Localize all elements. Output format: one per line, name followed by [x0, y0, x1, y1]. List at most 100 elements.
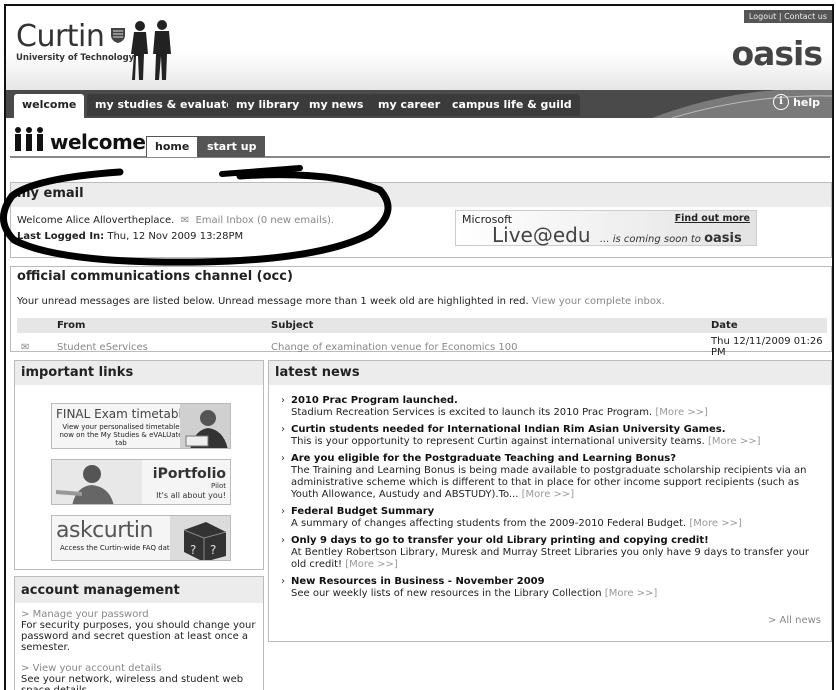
news-title[interactable]: Curtin students needed for International… [291, 424, 826, 436]
col-subject: Subject [267, 318, 707, 334]
occ-table: From Subject Date ✉ Student eServices Ch… [17, 318, 827, 360]
account-management-heading: account management [15, 577, 263, 603]
news-title[interactable]: Only 9 days to go to transfer your old L… [291, 535, 826, 547]
welcome-text: Welcome Alice Allovertheplace. [17, 215, 175, 226]
live-edu-banner[interactable]: Microsoft Find out more Live@edu ... is … [455, 210, 757, 247]
latest-news-heading: latest news [269, 361, 831, 385]
help-button[interactable]: i help [773, 94, 820, 110]
question-dice-icon: ? ? [170, 516, 230, 560]
latest-news-panel: latest news 2010 Prac Program launched. … [268, 360, 832, 642]
table-row[interactable]: ✉ Student eServices Change of examinatio… [17, 333, 827, 360]
last-logged-value: Thu, 12 Nov 2009 13:28PM [107, 231, 244, 242]
last-logged-label: Last Logged In: [17, 231, 105, 242]
tab-my-career[interactable]: my career [370, 94, 449, 116]
occ-heading: official communications channel (occ) [11, 267, 831, 287]
crest-icon [111, 28, 125, 43]
occ-panel: official communications channel (occ) Yo… [10, 266, 832, 360]
page-frame: Curtin University of Technology Logout |… [4, 4, 834, 690]
news-item: New Resources in Business - November 200… [281, 576, 826, 600]
more-link[interactable]: [More >>] [655, 407, 708, 418]
promo-sub: View your personalised timetable now on … [59, 423, 183, 447]
more-link[interactable]: [More >>] [689, 518, 742, 529]
subtab-home[interactable]: home [146, 136, 199, 157]
bullet: > [21, 663, 30, 674]
logout-link[interactable]: Logout [749, 12, 776, 21]
news-body: Stadium Recreation Services is excited t… [291, 407, 653, 418]
pointing-person-icon [52, 460, 142, 504]
page-title-row: welcome home start up [10, 124, 830, 158]
svg-text:?: ? [190, 543, 196, 557]
complete-inbox-link[interactable]: View your complete inbox. [532, 296, 665, 307]
important-links-panel: important links FINAL Exam timetable Vie… [14, 360, 264, 570]
students-silhouette-icon [131, 20, 171, 80]
promo-title: askcurtin [56, 518, 153, 543]
tab-campus-life[interactable]: campus life & guild [444, 94, 580, 116]
manage-password-desc: For security purposes, you should change… [21, 620, 256, 653]
account-details-link[interactable]: View your account details [33, 663, 162, 674]
news-title[interactable]: Federal Budget Summary [291, 506, 826, 518]
news-item: Curtin students needed for International… [281, 424, 826, 448]
coming-soon-text: ... is coming soon to oasis [600, 231, 742, 246]
occ-description: Your unread messages are listed below. U… [17, 296, 665, 307]
news-item: Are you eligible for the Postgraduate Te… [281, 453, 826, 501]
col-date: Date [707, 318, 827, 334]
mail-icon: ✉ [177, 215, 193, 226]
promo-title: iPortfolio [152, 466, 226, 482]
news-body: A summary of changes affecting students … [291, 518, 687, 529]
more-link[interactable]: [More >>] [605, 588, 658, 599]
news-title[interactable]: New Resources in Business - November 200… [291, 576, 826, 588]
help-label: help [793, 95, 820, 109]
news-item: 2010 Prac Program launched. Stadium Recr… [281, 395, 826, 419]
promo-pilot: Pilot [211, 482, 226, 490]
subtab-start-up[interactable]: start up [198, 136, 266, 157]
inbox-count: (0 new emails). [256, 215, 335, 226]
people-group-icon [15, 127, 43, 151]
tab-my-news[interactable]: my news [301, 94, 372, 116]
student-photo-icon [180, 404, 230, 448]
news-item: Only 9 days to go to transfer your old L… [281, 535, 826, 571]
askcurtin-promo[interactable]: askcurtin Access the Curtin-wide FAQ dat… [51, 515, 231, 561]
all-news-link[interactable]: > All news [768, 615, 821, 626]
tab-my-library[interactable]: my library [228, 94, 308, 116]
bullet: > [21, 609, 30, 620]
main-nav: welcome my studies & evaluate my library… [6, 90, 832, 118]
account-management-panel: account management > Manage your passwor… [14, 576, 264, 690]
last-logged-line: Last Logged In: Thu, 12 Nov 2009 13:28PM [17, 231, 243, 242]
news-title[interactable]: 2010 Prac Program launched. [291, 395, 826, 407]
envelope-icon: ✉ [17, 333, 53, 360]
manage-password-link[interactable]: Manage your password [33, 609, 149, 620]
email-inbox-link[interactable]: Email Inbox [195, 215, 253, 226]
news-title[interactable]: Are you eligible for the Postgraduate Te… [291, 453, 826, 465]
news-list: 2010 Prac Program launched. Stadium Recr… [281, 395, 826, 605]
email-welcome-line: Welcome Alice Allovertheplace. ✉ Email I… [17, 215, 334, 226]
news-body: This is your opportunity to represent Cu… [291, 436, 705, 447]
manage-password-item: > Manage your password For security purp… [21, 609, 259, 653]
logo-subtitle: University of Technology [16, 53, 135, 63]
curtin-logo[interactable]: Curtin University of Technology [16, 22, 135, 64]
info-icon: i [773, 94, 790, 110]
col-from: From [53, 318, 267, 334]
news-item: Federal Budget Summary A summary of chan… [281, 506, 826, 530]
important-links-heading: important links [15, 361, 263, 385]
header: Curtin University of Technology Logout |… [6, 6, 832, 90]
my-email-panel: my email Welcome Alice Allovertheplace. … [10, 182, 832, 258]
contact-us-link[interactable]: Contact us [784, 12, 827, 21]
more-link[interactable]: [More >>] [345, 559, 398, 570]
svg-text:?: ? [210, 543, 216, 557]
page-title: welcome [50, 130, 146, 154]
promo-title: FINAL Exam timetable [56, 407, 190, 421]
more-link[interactable]: [More >>] [708, 436, 761, 447]
more-link[interactable]: [More >>] [522, 489, 575, 500]
news-body: See our weekly lists of new resources in… [291, 588, 602, 599]
my-email-heading: my email [11, 183, 831, 207]
promo-tagline: It's all about you! [156, 491, 226, 500]
exam-timetable-promo[interactable]: FINAL Exam timetable View your personali… [51, 403, 231, 449]
row-subject[interactable]: Change of examination venue for Economic… [267, 333, 707, 360]
tab-welcome[interactable]: welcome [14, 94, 85, 118]
find-out-more-link[interactable]: Find out more [675, 213, 750, 224]
live-edu-text: Live@edu [492, 223, 591, 247]
top-links: Logout | Contact us [743, 10, 832, 23]
table-header-row: From Subject Date [17, 318, 827, 334]
tab-my-studies[interactable]: my studies & evaluate [87, 94, 242, 116]
iportfolio-promo[interactable]: iPortfolio Pilot It's all about you! [51, 459, 231, 505]
